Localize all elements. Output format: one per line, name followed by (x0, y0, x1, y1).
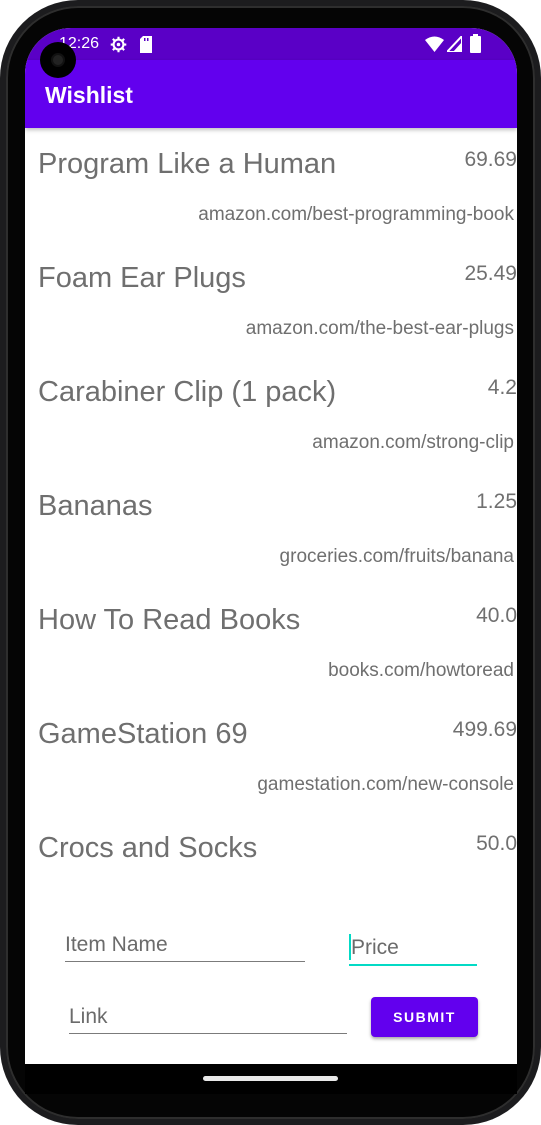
wifi-icon (425, 36, 444, 52)
item-name: Carabiner Clip (1 pack) (38, 376, 337, 408)
link-input[interactable]: Link (69, 998, 347, 1034)
item-name-input[interactable]: Item Name (65, 926, 305, 962)
sd-card-icon (140, 36, 152, 53)
navigation-bar (25, 1064, 517, 1094)
item-name: Crocs and Socks (38, 832, 258, 864)
item-price: 25.49 (464, 262, 517, 285)
item-price: 1.25 (476, 490, 517, 513)
list-item[interactable]: GameStation 69 499.69 gamestation.com/ne… (25, 718, 517, 832)
item-link[interactable]: amazon.com/best-programming-book (198, 204, 514, 226)
battery-icon (470, 34, 481, 53)
list-item[interactable]: Carabiner Clip (1 pack) 4.2 amazon.com/s… (25, 376, 517, 490)
submit-button[interactable]: SUBMIT (371, 997, 478, 1037)
item-name: Foam Ear Plugs (38, 262, 246, 294)
list-item[interactable]: Crocs and Socks 50.0 (25, 832, 517, 892)
item-price: 50.0 (476, 832, 517, 855)
app-title: Wishlist (45, 82, 133, 108)
item-price: 69.69 (464, 148, 517, 171)
item-name: GameStation 69 (38, 718, 248, 750)
list-item[interactable]: Bananas 1.25 groceries.com/fruits/banana (25, 490, 517, 604)
item-name: How To Read Books (38, 604, 301, 636)
item-link[interactable]: books.com/howtoread (328, 660, 514, 682)
list-item[interactable]: Foam Ear Plugs 25.49 amazon.com/the-best… (25, 262, 517, 376)
item-price: 4.2 (487, 376, 517, 399)
link-placeholder: Link (69, 1005, 108, 1028)
app-bar: Wishlist (25, 60, 517, 128)
item-price: 499.69 (452, 718, 517, 741)
status-bar: 12:26 (25, 28, 517, 60)
item-link[interactable]: amazon.com/the-best-ear-plugs (246, 318, 514, 340)
phone-frame: 12:26 Wishlist Program Like a Human 69.6… (0, 0, 541, 1125)
settings-icon (110, 36, 127, 53)
item-link[interactable]: groceries.com/fruits/banana (280, 546, 514, 568)
price-placeholder: Price (351, 936, 399, 959)
item-name-placeholder: Item Name (65, 933, 168, 956)
item-link[interactable]: amazon.com/strong-clip (312, 432, 514, 454)
list-item[interactable]: How To Read Books 40.0 books.com/howtore… (25, 604, 517, 718)
item-price: 40.0 (476, 604, 517, 627)
home-handle[interactable] (203, 1076, 338, 1081)
item-name: Bananas (38, 490, 153, 522)
screen: 12:26 Wishlist Program Like a Human 69.6… (25, 28, 517, 1064)
signal-icon (447, 36, 462, 52)
camera-icon (40, 42, 76, 78)
list-item[interactable]: Program Like a Human 69.69 amazon.com/be… (25, 148, 517, 262)
price-input[interactable]: Price (349, 928, 477, 966)
item-name: Program Like a Human (38, 148, 337, 180)
item-link[interactable]: gamestation.com/new-console (257, 774, 514, 796)
